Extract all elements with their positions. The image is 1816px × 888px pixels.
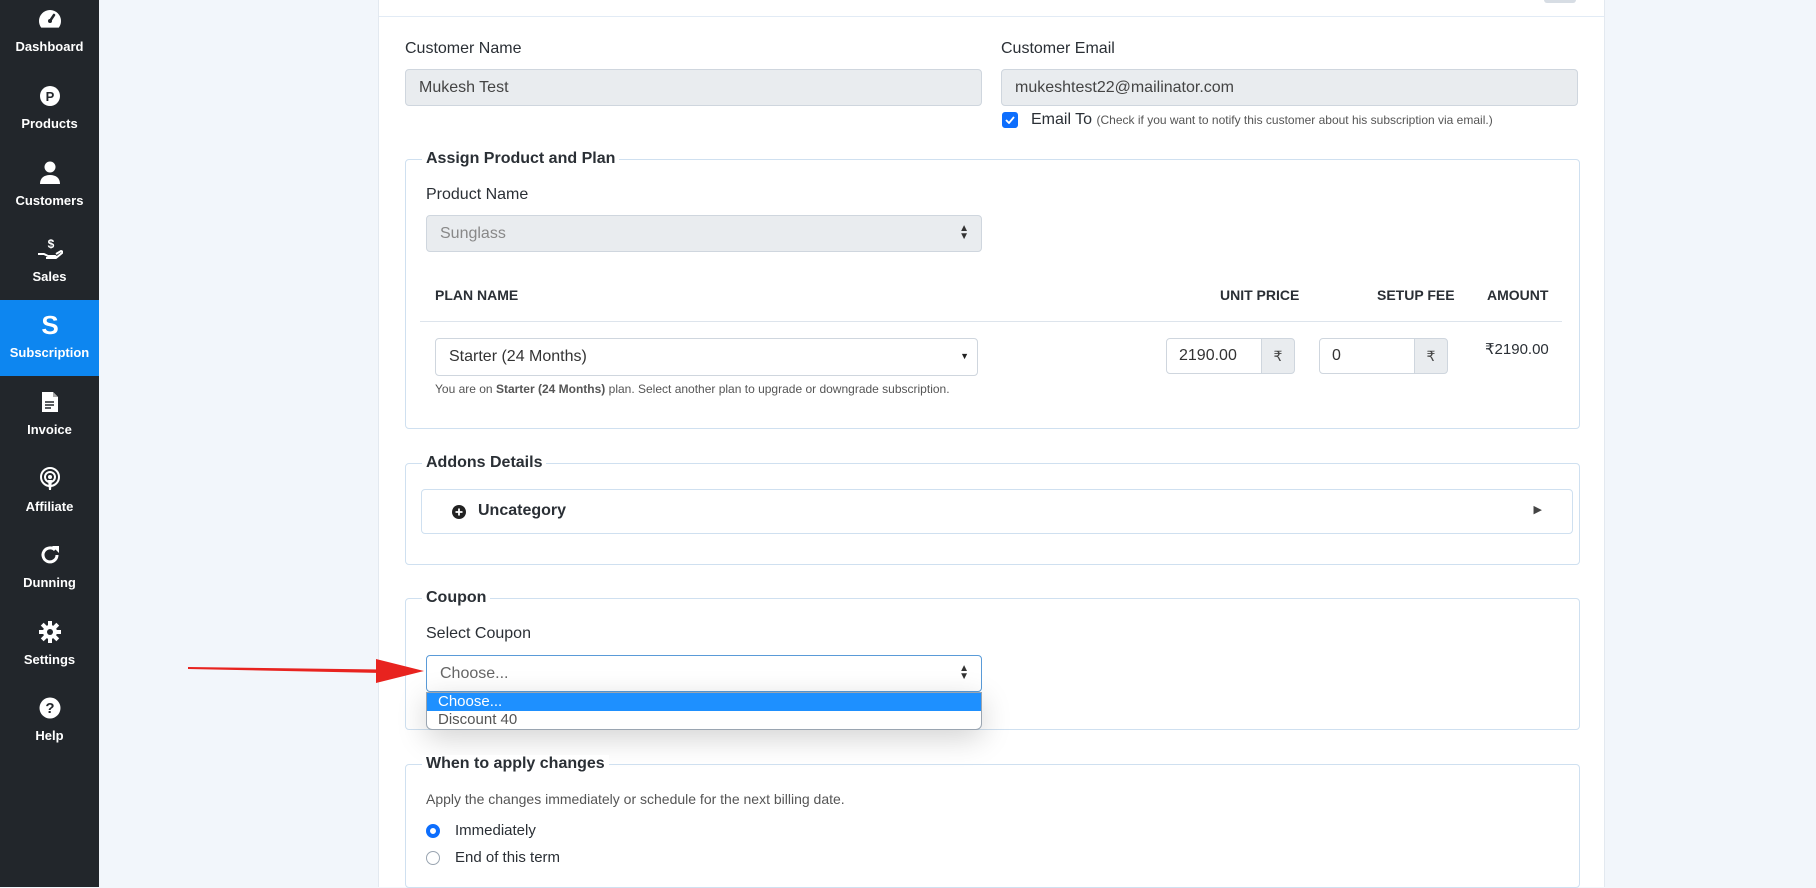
addon-category-row[interactable]: Uncategory ▶ bbox=[421, 489, 1573, 534]
sales-icon: $ bbox=[0, 236, 99, 262]
radio-immediately[interactable] bbox=[426, 824, 440, 838]
sidebar-item-sales[interactable]: $ Sales bbox=[0, 224, 99, 300]
col-unit-price: UNIT PRICE bbox=[1220, 287, 1300, 303]
sidebar-label: Customers bbox=[15, 193, 84, 208]
settings-icon bbox=[0, 619, 99, 645]
sidebar-label: Dunning bbox=[23, 575, 76, 590]
sidebar-item-customers[interactable]: Customers bbox=[0, 148, 99, 224]
check-icon bbox=[1005, 116, 1015, 124]
col-setup-fee: SETUP FEE bbox=[1377, 287, 1455, 303]
product-name-label: Product Name bbox=[426, 186, 529, 203]
amount-value: ₹2190.00 bbox=[1485, 341, 1549, 358]
plan-note-prefix: You are on bbox=[435, 382, 496, 396]
setup-fee-currency: ₹ bbox=[1414, 338, 1448, 374]
unit-price-input[interactable]: 2190.00 bbox=[1166, 338, 1262, 374]
sidebar-item-help[interactable]: ? Help bbox=[0, 683, 99, 759]
products-icon: P bbox=[0, 83, 99, 109]
plan-value: Starter (24 Months) bbox=[449, 348, 587, 365]
sidebar-item-settings[interactable]: Settings bbox=[0, 607, 99, 683]
subscription-icon: S bbox=[0, 312, 99, 338]
plan-note: You are on Starter (24 Months) plan. Sel… bbox=[435, 382, 950, 396]
email-to-hint: (Check if you want to notify this custom… bbox=[1096, 113, 1493, 127]
help-icon: ? bbox=[0, 695, 99, 721]
email-to-checkbox[interactable] bbox=[1002, 112, 1018, 128]
invoice-icon bbox=[0, 389, 99, 415]
sidebar-label: Affiliate bbox=[25, 499, 74, 514]
plan-note-suffix: plan. Select another plan to upgrade or … bbox=[605, 382, 950, 396]
addons-legend: Addons Details bbox=[422, 454, 547, 472]
sidebar-label: Help bbox=[35, 728, 64, 743]
coupon-option[interactable]: Discount 40 bbox=[427, 711, 981, 729]
customer-name-label: Customer Name bbox=[405, 40, 522, 57]
radio-end-of-term[interactable] bbox=[426, 851, 440, 865]
caret-down-icon: ▼ bbox=[960, 351, 969, 361]
svg-text:?: ? bbox=[45, 700, 54, 717]
coupon-selected: Choose... bbox=[440, 664, 509, 682]
radio-end-of-term-label: End of this term bbox=[455, 849, 561, 866]
plan-note-plan: Starter (24 Months) bbox=[495, 382, 606, 396]
annotation-arrow-icon bbox=[188, 659, 424, 683]
setup-fee-input[interactable]: 0 bbox=[1319, 338, 1415, 374]
radio-immediately-label: Immediately bbox=[455, 822, 536, 839]
affiliate-icon bbox=[0, 466, 99, 492]
sidebar-item-products[interactable]: P Products bbox=[0, 71, 99, 147]
svg-text:$: $ bbox=[47, 237, 54, 251]
sidebar-label: Settings bbox=[23, 652, 76, 667]
svg-text:P: P bbox=[45, 89, 54, 104]
assign-product-legend: Assign Product and Plan bbox=[422, 150, 620, 168]
addon-category-label: Uncategory bbox=[478, 502, 567, 519]
email-to-label: Email To (Check if you want to notify th… bbox=[1031, 111, 1493, 129]
customer-email-label: Customer Email bbox=[1001, 40, 1115, 57]
card-tab bbox=[1544, 0, 1576, 3]
coupon-select[interactable]: Choose... ▲ ▼ bbox=[426, 655, 982, 692]
sidebar-label: Sales bbox=[32, 269, 67, 284]
product-name-value: Sunglass bbox=[440, 224, 506, 242]
coupon-legend: Coupon bbox=[422, 589, 491, 607]
unit-price-currency: ₹ bbox=[1261, 338, 1295, 374]
plan-select[interactable]: Starter (24 Months) ▼ bbox=[435, 338, 978, 376]
apply-changes-description: Apply the changes immediately or schedul… bbox=[426, 791, 845, 807]
customer-name-field[interactable]: Mukesh Test bbox=[405, 69, 982, 106]
updown-icon: ▲ ▼ bbox=[959, 663, 969, 682]
sidebar: Dashboard P Products Customers $ Sales S… bbox=[0, 0, 99, 887]
coupon-option[interactable]: Choose... bbox=[427, 693, 981, 711]
coupon-dropdown: Choose... Discount 40 bbox=[426, 692, 982, 730]
customers-icon bbox=[0, 160, 99, 186]
sidebar-item-dashboard[interactable]: Dashboard bbox=[0, 0, 99, 70]
email-to-text: Email To bbox=[1031, 111, 1093, 128]
divider bbox=[379, 16, 1604, 17]
caret-right-icon: ▶ bbox=[1533, 504, 1542, 516]
customer-email-field[interactable]: mukeshtest22@mailinator.com bbox=[1001, 69, 1578, 106]
select-coupon-label: Select Coupon bbox=[426, 625, 531, 642]
updown-icon: ▲ ▼ bbox=[959, 223, 969, 242]
apply-changes-fieldset bbox=[405, 764, 1580, 888]
apply-changes-legend: When to apply changes bbox=[422, 755, 609, 773]
sidebar-item-invoice[interactable]: Invoice bbox=[0, 377, 99, 453]
col-plan-name: PLAN NAME bbox=[435, 287, 519, 303]
dunning-icon bbox=[0, 542, 99, 568]
svg-text:S: S bbox=[41, 312, 58, 338]
sidebar-item-dunning[interactable]: Dunning bbox=[0, 530, 99, 606]
plus-circle-icon bbox=[452, 505, 466, 519]
subscription-form-card: Customer Name Mukesh Test Customer Email… bbox=[378, 0, 1605, 888]
sidebar-item-affiliate[interactable]: Affiliate bbox=[0, 454, 99, 530]
sidebar-label: Invoice bbox=[27, 422, 72, 437]
sidebar-label: Dashboard bbox=[15, 39, 84, 54]
sidebar-item-subscription[interactable]: S Subscription bbox=[0, 300, 99, 376]
product-name-select[interactable]: Sunglass ▲ ▼ bbox=[426, 215, 982, 252]
table-divider bbox=[420, 321, 1562, 322]
sidebar-label: Subscription bbox=[9, 345, 90, 360]
col-amount: AMOUNT bbox=[1487, 287, 1549, 303]
sidebar-label: Products bbox=[21, 116, 78, 131]
dashboard-icon bbox=[0, 6, 99, 32]
